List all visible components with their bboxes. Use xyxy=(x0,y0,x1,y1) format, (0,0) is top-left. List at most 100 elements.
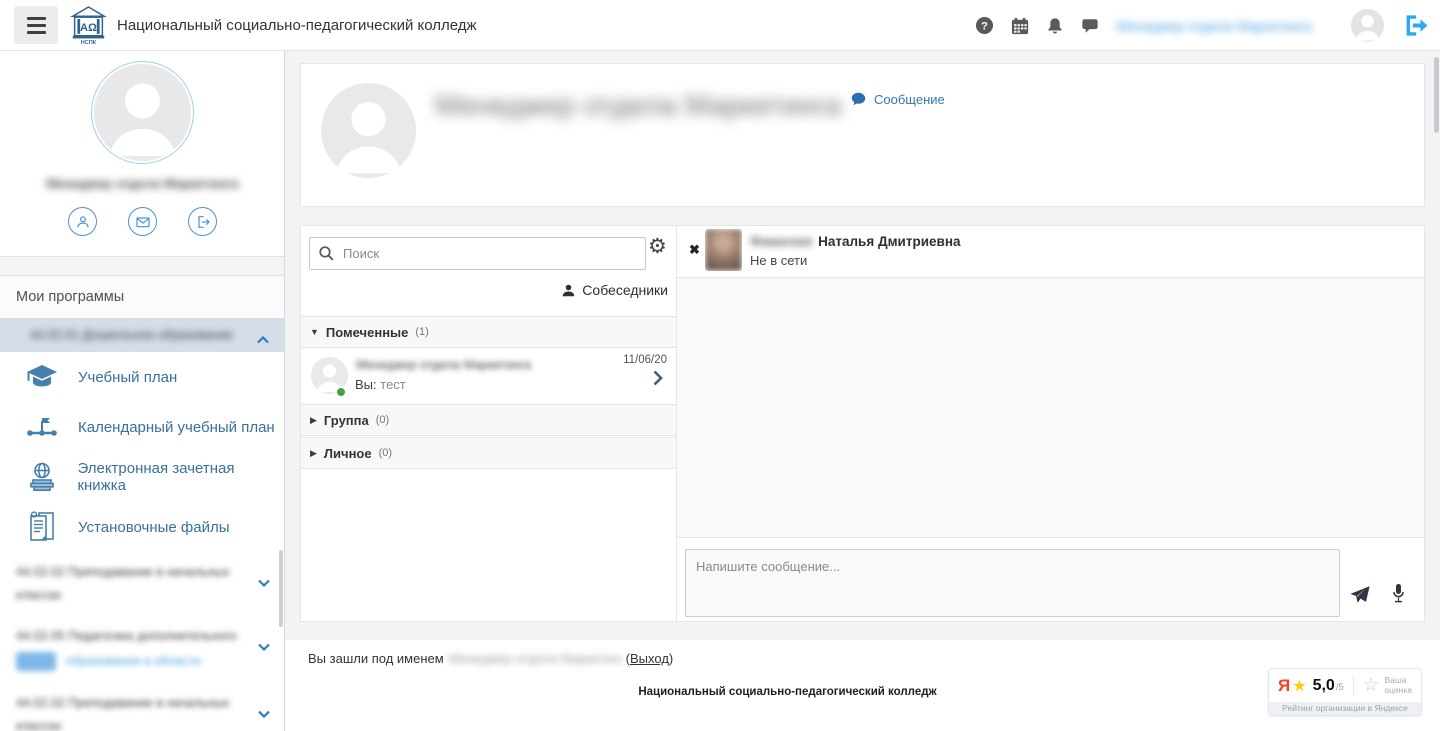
calendar-icon[interactable] xyxy=(1011,17,1029,35)
chevron-right-icon xyxy=(653,370,663,391)
sidebar-item-gradebook[interactable]: Электронная зачетная книжка xyxy=(0,452,284,502)
chat-contact-name: Фамилия Наталья Дмитриевна xyxy=(750,234,961,249)
notifications-bell-icon[interactable] xyxy=(1046,17,1064,35)
sidebar-divider xyxy=(0,256,284,276)
sidebar-item-setup-files[interactable]: Установочные файлы xyxy=(0,502,284,552)
triangle-right-icon: ▶ xyxy=(310,415,317,426)
message-bubble-icon xyxy=(850,91,867,107)
conversation-name: Менеджер отдела Маркетинга xyxy=(356,358,531,372)
person-icon xyxy=(562,284,575,297)
sidebar-user-name: Менеджер отдела Маркетинга xyxy=(0,176,285,191)
close-icon[interactable]: ✖ xyxy=(689,242,700,258)
program-item[interactable]: 44.02.02 Преподавание в начальныхклассах xyxy=(0,683,284,731)
page-footer: Вы зашли под именем Менеджер отдела Марк… xyxy=(285,640,1440,731)
triangle-down-icon: ▼ xyxy=(310,327,319,337)
chevron-up-icon xyxy=(257,331,269,349)
avatar-placeholder-icon xyxy=(94,64,191,161)
sidebar-item-curriculum[interactable]: Учебный план xyxy=(0,352,284,402)
menu-toggle-button[interactable] xyxy=(14,6,58,44)
microphone-icon[interactable] xyxy=(1391,582,1406,609)
section-group[interactable]: ▶ Группа (0) xyxy=(301,404,676,436)
chat-column: ✖ Фамилия Наталья Дмитриевна Не в сети xyxy=(676,226,1424,621)
profile-mail-icon[interactable] xyxy=(128,207,157,236)
program-item[interactable]: 44.02.02 Преподавание в начальныхклассах xyxy=(0,552,284,616)
logout-link[interactable]: Выход xyxy=(630,651,669,666)
program-thumbnail xyxy=(16,652,56,671)
collapsed-program-list: 44.02.02 Преподавание в начальныхклассах… xyxy=(0,552,284,731)
logged-in-line: Вы зашли под именем Менеджер отдела Марк… xyxy=(308,651,673,666)
svg-text:?: ? xyxy=(981,20,988,32)
yandex-rating-badge[interactable]: Я ★ 5,0 /5 ☆ Ваша оценка Рейтинг организ… xyxy=(1268,668,1422,716)
profile-person-icon[interactable] xyxy=(68,207,97,236)
profile-logout-icon[interactable] xyxy=(188,207,217,236)
footer-college-name: Национальный социально-педагогический ко… xyxy=(285,686,1290,698)
profile-header-card: Менеджер отдела Маркетинга Сообщение xyxy=(300,63,1425,207)
messenger-contacts-column: ⚙ Собеседники ▼ Помеченные (1) xyxy=(301,226,676,621)
conversation-list-item[interactable]: Менеджер отдела Маркетинга Вы: тест 11/0… xyxy=(301,348,676,404)
messenger-panel: ⚙ Собеседники ▼ Помеченные (1) xyxy=(300,225,1425,622)
header-user-name[interactable]: Менеджер отдела Маркетинга xyxy=(1116,18,1334,34)
rating-max: /5 xyxy=(1336,682,1344,693)
search-input[interactable] xyxy=(343,246,637,261)
search-box xyxy=(309,237,646,270)
program-menu: Учебный план Календарный учебный план xyxy=(0,352,284,552)
contacts-toggle[interactable]: Собеседники xyxy=(562,282,668,298)
active-program-toggle[interactable]: 44.02.01 Дошкольное образование xyxy=(0,318,284,352)
chevron-down-icon xyxy=(258,703,270,726)
active-program-name: 44.02.01 Дошкольное образование xyxy=(30,328,245,342)
badge-caption: Рейтинг организации в Яндексе xyxy=(1269,702,1421,715)
logo-letters: АΩ xyxy=(80,22,97,34)
your-rating-label: Ваша оценка xyxy=(1384,676,1412,696)
star-outline-icon[interactable]: ☆ xyxy=(1362,674,1379,697)
conversation-preview: Вы: тест xyxy=(355,377,406,392)
page-scrollbar[interactable] xyxy=(1434,57,1439,133)
online-status-dot xyxy=(335,386,347,398)
chat-messages-area xyxy=(677,277,1424,538)
sidebar-item-label: Учебный план xyxy=(78,369,177,386)
college-logo[interactable]: АΩ НСПК xyxy=(70,6,107,50)
graduation-cap-icon xyxy=(24,364,60,390)
sidebar-item-label: Электронная зачетная книжка xyxy=(77,460,284,494)
profile-large-avatar xyxy=(321,83,416,178)
badge-divider xyxy=(1353,675,1354,697)
profile-page-title: Менеджер отдела Маркетинга xyxy=(435,90,845,123)
sidebar-scrollbar[interactable] xyxy=(279,550,283,627)
sidebar-item-label: Календарный учебный план xyxy=(78,419,275,436)
triangle-right-icon: ▶ xyxy=(310,448,317,459)
header-avatar[interactable] xyxy=(1351,9,1384,42)
gear-icon[interactable]: ⚙ xyxy=(648,236,667,257)
chat-contact-avatar xyxy=(705,229,742,271)
help-icon[interactable]: ? xyxy=(975,16,994,35)
star-filled-icon: ★ xyxy=(1292,676,1306,696)
profile-quick-actions xyxy=(0,207,285,236)
program-item[interactable]: 44.02.05 Педагогика дополнительного обра… xyxy=(0,616,284,682)
chevron-down-icon xyxy=(258,572,270,595)
logout-icon[interactable] xyxy=(1401,12,1428,39)
chat-contact-status: Не в сети xyxy=(750,253,807,268)
messages-bubble-icon[interactable] xyxy=(1081,17,1099,35)
documents-icon xyxy=(24,510,60,544)
top-header: АΩ НСПК Национальный социально-педагогич… xyxy=(0,0,1440,51)
gradebook-globe-icon xyxy=(24,461,59,493)
section-flagged[interactable]: ▼ Помеченные (1) xyxy=(301,316,676,348)
profile-avatar[interactable] xyxy=(91,61,194,164)
yandex-logo: Я xyxy=(1278,676,1290,696)
main-content-area: Менеджер отдела Маркетинга Сообщение ⚙ xyxy=(285,51,1440,640)
section-private[interactable]: ▶ Личное (0) xyxy=(301,437,676,469)
sidebar-item-calendar-plan[interactable]: Календарный учебный план xyxy=(0,402,284,452)
my-programs-heading: Мои программы xyxy=(0,276,284,318)
header-actions: ? Менед xyxy=(975,0,1428,51)
message-input[interactable] xyxy=(685,549,1340,617)
rating-value: 5,0 xyxy=(1313,677,1335,695)
search-icon xyxy=(318,245,335,262)
conversation-date: 11/06/20 xyxy=(623,354,667,366)
program-link[interactable]: образования в области xyxy=(66,650,201,673)
timeline-icon xyxy=(24,415,60,439)
sidebar-item-label: Установочные файлы xyxy=(78,519,230,536)
chevron-down-icon xyxy=(258,636,270,659)
logged-in-user-name: Менеджер отдела Маркетинга xyxy=(449,651,621,666)
send-message-link[interactable]: Сообщение xyxy=(850,91,945,107)
app-title: Национальный социально-педагогический ко… xyxy=(117,17,477,34)
send-icon[interactable] xyxy=(1349,584,1371,609)
hamburger-icon xyxy=(27,17,46,20)
